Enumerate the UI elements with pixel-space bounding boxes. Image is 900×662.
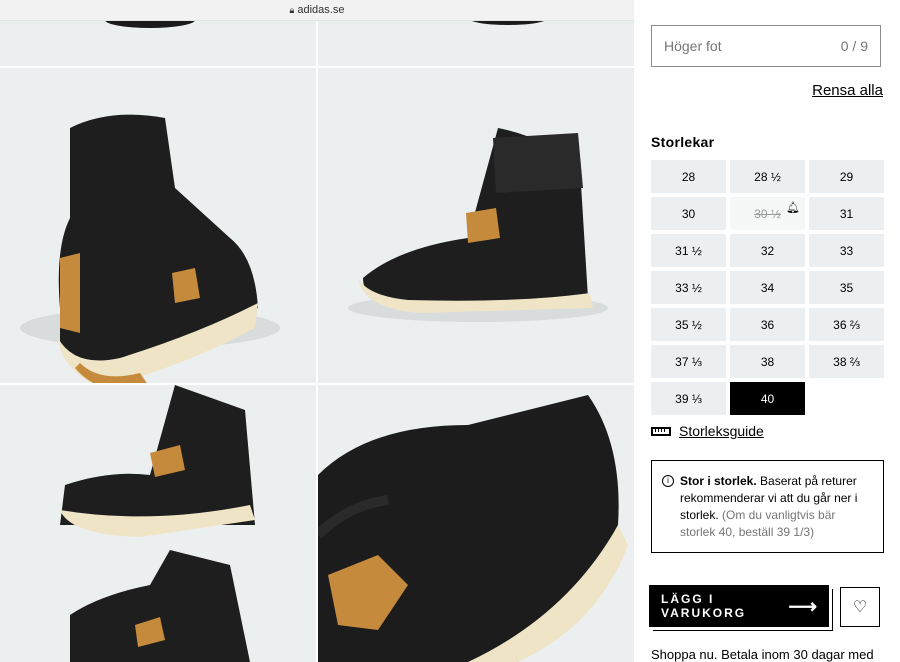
- size-grid: 28 28 ½ 29 30 30 ½ 🔔︎ 31 31 ½ 32 33 33 ½ 34 35 35 ½ 36…: [651, 160, 884, 415]
- size-option[interactable]: 39 ⅓: [651, 382, 726, 415]
- size-label: 40: [760, 391, 775, 406]
- size-label: 29: [839, 169, 854, 184]
- size-option[interactable]: 36 ⅔: [809, 308, 884, 341]
- bell-icon[interactable]: 🔔︎: [786, 201, 800, 214]
- arrow-right-icon: ⟶: [788, 595, 817, 618]
- size-option[interactable]: 31: [809, 197, 884, 230]
- size-label: 35: [839, 280, 854, 295]
- size-label: 31 ½: [675, 243, 702, 258]
- info-icon: i: [662, 475, 674, 487]
- size-label: 33: [839, 243, 854, 258]
- size-option[interactable]: 37 ⅓: [651, 345, 726, 378]
- right-foot-count: 0 / 9: [840, 38, 868, 54]
- size-label: 30 ½: [754, 206, 781, 221]
- product-image-6[interactable]: [318, 385, 634, 662]
- size-label: 33 ½: [675, 280, 702, 295]
- right-foot-label: Höger fot: [664, 38, 722, 54]
- size-option[interactable]: 31 ½: [651, 234, 726, 267]
- size-label: 39 ⅓: [675, 391, 702, 406]
- size-label: 30: [681, 206, 696, 221]
- clear-all-link[interactable]: Rensa alla: [812, 82, 883, 99]
- size-label: 35 ½: [675, 317, 702, 332]
- size-label: 36: [760, 317, 775, 332]
- size-option[interactable]: 34: [730, 271, 805, 304]
- size-option[interactable]: 35 ½: [651, 308, 726, 341]
- size-option[interactable]: 32: [730, 234, 805, 267]
- product-panel: Höger fot 0 / 9 Rensa alla Storlekar 28 2…: [634, 0, 900, 662]
- sizes-heading: Storlekar: [651, 134, 715, 150]
- product-image-4[interactable]: [318, 68, 634, 383]
- size-option[interactable]: 36: [730, 308, 805, 341]
- size-label: 38 ⅔: [833, 354, 860, 369]
- size-label: 28 ½: [754, 169, 781, 184]
- size-label: 37 ⅓: [675, 354, 702, 369]
- size-option[interactable]: 33: [809, 234, 884, 267]
- product-image-5[interactable]: [0, 385, 316, 662]
- size-option[interactable]: 38 ⅔: [809, 345, 884, 378]
- size-option[interactable]: 35: [809, 271, 884, 304]
- size-label: 31: [839, 206, 854, 221]
- browser-url-bar[interactable]: 🔒︎ adidas.se: [0, 0, 634, 21]
- size-label: 32: [760, 243, 775, 258]
- size-option[interactable]: 30 ½ 🔔︎: [730, 197, 805, 230]
- payment-info-text: Shoppa nu. Betala inom 30 dagar med: [651, 647, 874, 662]
- info-bold: Stor i storlek.: [680, 474, 757, 488]
- size-option[interactable]: 33 ½: [651, 271, 726, 304]
- heart-icon: ♡: [852, 599, 868, 616]
- size-option[interactable]: 30: [651, 197, 726, 230]
- size-guide-label: Storleksguide: [679, 423, 764, 439]
- add-to-cart-button[interactable]: LÄGG I VARUKORG ⟶: [649, 585, 829, 627]
- wishlist-button[interactable]: ♡: [840, 587, 880, 627]
- size-label: 36 ⅔: [833, 317, 860, 332]
- size-label: 34: [760, 280, 775, 295]
- size-guide-link[interactable]: Storleksguide: [651, 423, 764, 439]
- size-option[interactable]: 40: [730, 382, 805, 415]
- lock-icon: 🔒︎: [289, 4, 295, 15]
- size-label: 38: [760, 354, 775, 369]
- ruler-icon: [651, 426, 671, 436]
- product-image-3[interactable]: [0, 68, 316, 383]
- add-to-cart-label: LÄGG I VARUKORG: [661, 592, 747, 620]
- url-text: adidas.se: [297, 4, 345, 16]
- size-info-box: i Stor i storlek. Baserat på returer rek…: [651, 460, 884, 553]
- right-foot-field[interactable]: Höger fot 0 / 9: [651, 25, 881, 67]
- size-option[interactable]: 28: [651, 160, 726, 193]
- product-gallery: [0, 0, 634, 662]
- size-label: 28: [681, 169, 696, 184]
- size-option[interactable]: 28 ½: [730, 160, 805, 193]
- size-option[interactable]: 29: [809, 160, 884, 193]
- size-option[interactable]: 38: [730, 345, 805, 378]
